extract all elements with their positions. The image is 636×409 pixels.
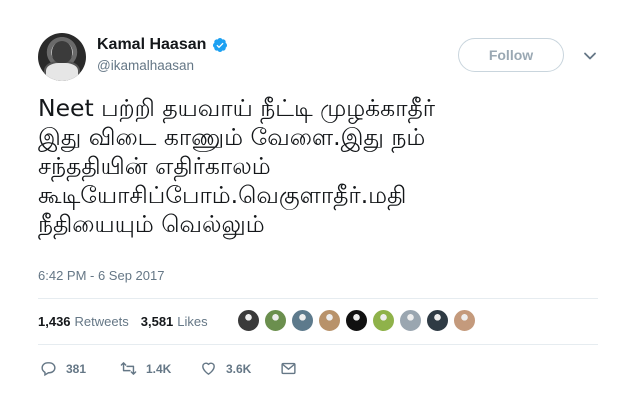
like-count: 3.6K: [226, 361, 252, 376]
avatar-figure-head: [52, 41, 72, 63]
follow-button[interactable]: Follow: [458, 38, 564, 72]
divider: [38, 344, 598, 345]
retweets-count: 1,436: [38, 314, 71, 329]
verified-badge-icon: [213, 38, 228, 52]
avatar[interactable]: [38, 33, 86, 81]
retweets-label: Retweets: [74, 314, 129, 329]
liker-avatar[interactable]: [345, 309, 368, 332]
liker-avatar[interactable]: [318, 309, 341, 332]
envelope-icon: [281, 362, 296, 375]
tweet-stats: 1,436 Retweets 3,581 Likes: [38, 314, 208, 329]
direct-message-button[interactable]: [280, 360, 360, 377]
liker-avatar[interactable]: [264, 309, 287, 332]
reply-button[interactable]: 381: [40, 360, 120, 377]
liker-avatar[interactable]: [372, 309, 395, 332]
liker-avatar[interactable]: [399, 309, 422, 332]
tweet-text: Neet பற்றி தயவாய் நீட்டி முழக்காதீர் இது…: [38, 94, 436, 238]
tweet-timestamp[interactable]: 6:42 PM - 6 Sep 2017: [38, 268, 164, 283]
tweet-card: Kamal Haasan @ikamalhaasan Follow Neet ப…: [0, 0, 636, 409]
likes-stat[interactable]: 3,581 Likes: [141, 314, 208, 329]
tweet-actions: 381 1.4K 3.6K: [40, 360, 360, 377]
liker-avatar[interactable]: [291, 309, 314, 332]
likes-count: 3,581: [140, 314, 174, 329]
chevron-down-icon[interactable]: [583, 49, 597, 63]
divider: [38, 298, 598, 299]
author-handle[interactable]: @ikamalhaasan: [97, 58, 194, 73]
liker-avatar[interactable]: [453, 309, 476, 332]
heart-icon: [202, 362, 215, 375]
reply-count: 381: [66, 361, 87, 376]
display-name[interactable]: Kamal Haasan: [97, 36, 206, 54]
avatar-figure-body: [44, 61, 80, 81]
retweet-count: 1.4K: [146, 361, 172, 376]
retweet-icon: [120, 362, 137, 375]
author-name-row: Kamal Haasan: [97, 36, 228, 54]
likes-label: Likes: [177, 314, 208, 329]
liker-avatar[interactable]: [426, 309, 449, 332]
liker-avatars: [237, 309, 476, 332]
like-button[interactable]: 3.6K: [200, 360, 280, 377]
retweet-button[interactable]: 1.4K: [120, 360, 200, 377]
retweets-stat[interactable]: 1,436 Retweets: [38, 314, 129, 329]
liker-avatar[interactable]: [237, 309, 260, 332]
reply-icon: [41, 362, 56, 377]
